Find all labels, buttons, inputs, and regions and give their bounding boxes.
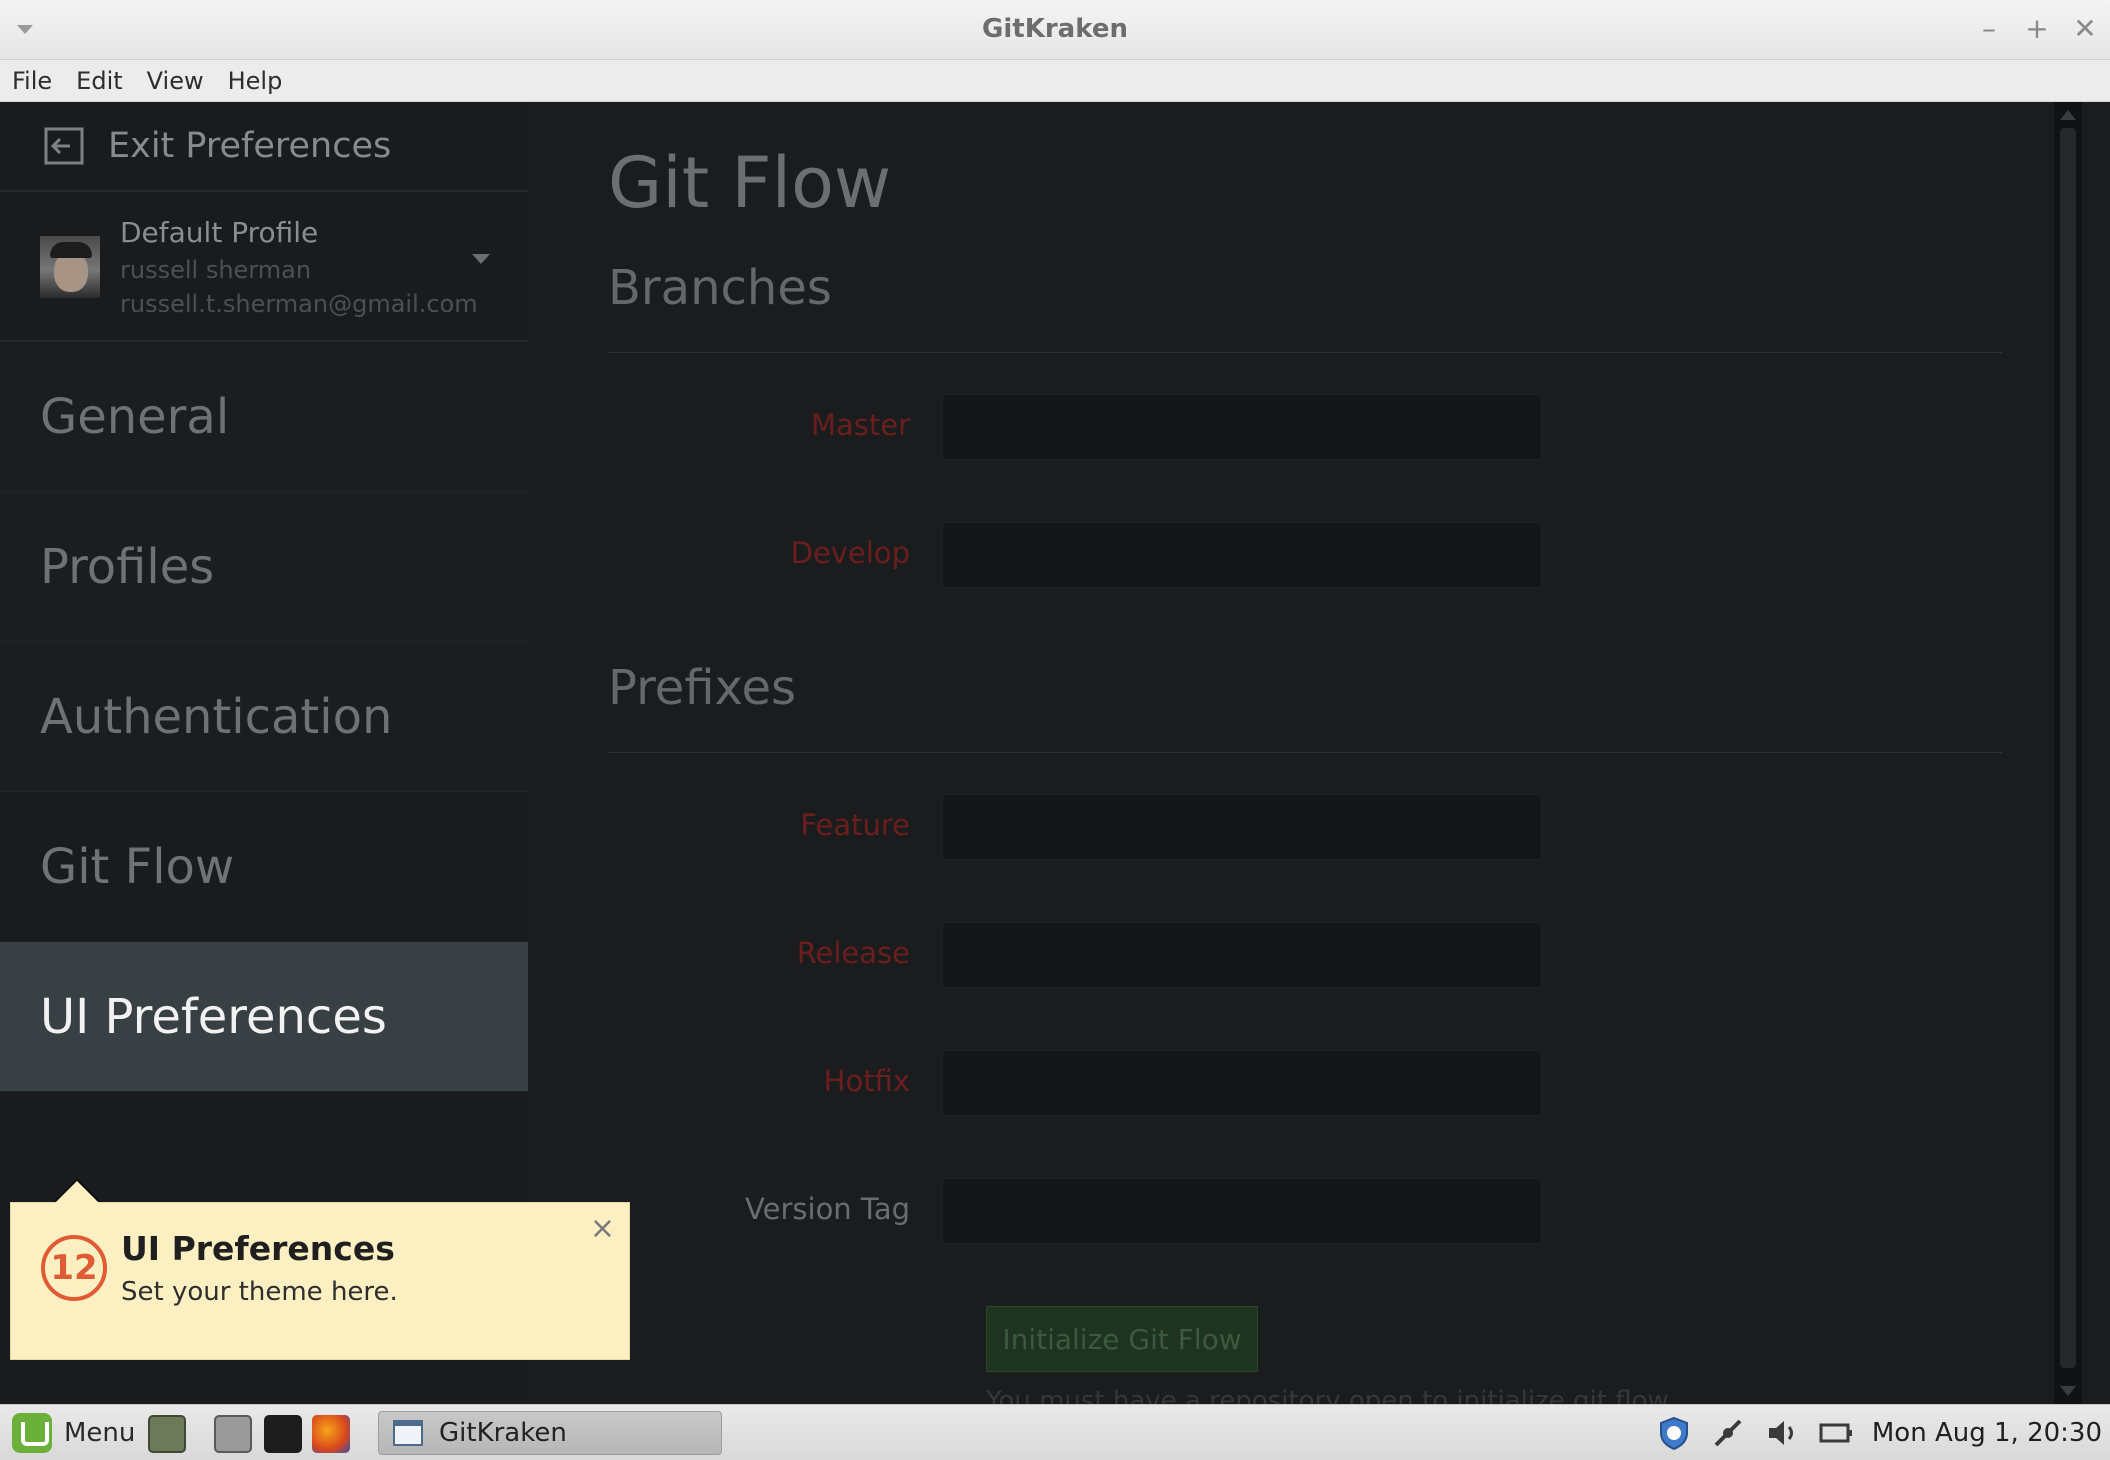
system-tray: Mon Aug 1, 20:30 (1656, 1415, 2102, 1451)
file-manager-icon[interactable] (214, 1415, 252, 1453)
version-tag-input[interactable] (942, 1178, 1542, 1244)
page-title: Git Flow (608, 142, 892, 224)
clock[interactable]: Mon Aug 1, 20:30 (1872, 1418, 2102, 1448)
prefixes-heading: Prefixes (608, 660, 797, 716)
hotfix-input[interactable] (942, 1050, 1542, 1116)
scroll-down-icon[interactable] (2060, 1386, 2076, 1396)
volume-icon[interactable] (1764, 1415, 1800, 1451)
develop-label: Develop (790, 536, 910, 570)
taskbar-window-gitkraken[interactable]: GitKraken (378, 1411, 722, 1455)
feature-input[interactable] (942, 794, 1542, 860)
close-icon[interactable]: ✕ (2070, 12, 2100, 46)
step-number-badge: 12 (41, 1235, 107, 1301)
exit-icon (44, 127, 84, 165)
menu-view[interactable]: View (147, 67, 204, 95)
divider (608, 752, 2002, 753)
menu-edit[interactable]: Edit (76, 67, 122, 95)
exit-preferences-label: Exit Preferences (108, 126, 392, 166)
menu-bar: File Edit View Help (0, 60, 2110, 102)
battery-icon[interactable] (1818, 1415, 1854, 1451)
version-tag-label: Version Tag (745, 1192, 910, 1226)
master-input[interactable] (942, 394, 1542, 460)
feature-label: Feature (800, 808, 910, 842)
profile-name: Default Profile (120, 216, 319, 249)
menu-help[interactable]: Help (228, 67, 283, 95)
release-input[interactable] (942, 922, 1542, 988)
git-flow-panel: Git Flow Branches Master Develop Prefixe… (528, 102, 2082, 1416)
mint-logo-icon (12, 1413, 52, 1453)
window-controls: – + ✕ (1974, 12, 2100, 46)
tooltip-close-icon[interactable]: × (590, 1211, 615, 1246)
sidebar-item-authentication[interactable]: Authentication (0, 642, 528, 792)
profile-email: russell.t.sherman@gmail.com (120, 290, 478, 318)
release-label: Release (796, 936, 910, 970)
avatar (40, 236, 100, 298)
sidebar-item-git-flow[interactable]: Git Flow (0, 792, 528, 942)
profile-user: russell sherman (120, 256, 312, 284)
scroll-thumb[interactable] (2060, 128, 2076, 1368)
hotfix-label: Hotfix (823, 1064, 910, 1098)
develop-input[interactable] (942, 522, 1542, 588)
initialize-git-flow-button[interactable]: Initialize Git Flow (986, 1306, 1258, 1372)
vertical-scrollbar[interactable] (2054, 102, 2082, 1404)
branches-heading: Branches (608, 260, 832, 316)
taskbar-window-label: GitKraken (439, 1418, 567, 1448)
start-menu-label: Menu (64, 1418, 136, 1448)
start-menu-button[interactable]: Menu (12, 1413, 135, 1453)
scroll-up-icon[interactable] (2060, 110, 2076, 120)
shield-icon[interactable] (1656, 1415, 1692, 1451)
sidebar-item-general[interactable]: General (0, 342, 528, 492)
terminal-icon[interactable] (264, 1415, 302, 1453)
show-desktop-icon[interactable] (148, 1415, 186, 1453)
profile-selector[interactable]: Default Profile russell sherman russell.… (0, 192, 528, 342)
onboarding-tooltip: 12 UI Preferences Set your theme here. × (10, 1178, 630, 1360)
chevron-down-icon[interactable] (472, 254, 490, 264)
tooltip-title: UI Preferences (121, 1229, 395, 1268)
exit-preferences-button[interactable]: Exit Preferences (0, 102, 528, 192)
minimize-icon[interactable]: – (1974, 12, 2004, 46)
tooltip-arrow (55, 1181, 99, 1203)
divider (608, 352, 2002, 353)
sidebar-item-profiles[interactable]: Profiles (0, 492, 528, 642)
tooltip-subtitle: Set your theme here. (121, 1277, 398, 1307)
system-taskbar: Menu GitKraken Mon Aug 1, 20:30 (0, 1404, 2110, 1460)
network-icon[interactable] (1710, 1415, 1746, 1451)
master-label: Master (810, 408, 910, 442)
maximize-icon[interactable]: + (2022, 12, 2052, 46)
window-icon (393, 1420, 423, 1446)
app-body: Exit Preferences Default Profile russell… (0, 102, 2110, 1416)
menu-file[interactable]: File (12, 67, 52, 95)
window-title: GitKraken (982, 14, 1128, 44)
sidebar-item-ui-preferences[interactable]: UI Preferences (0, 942, 528, 1092)
firefox-icon[interactable] (312, 1415, 350, 1453)
title-bar: GitKraken – + ✕ (0, 0, 2110, 60)
